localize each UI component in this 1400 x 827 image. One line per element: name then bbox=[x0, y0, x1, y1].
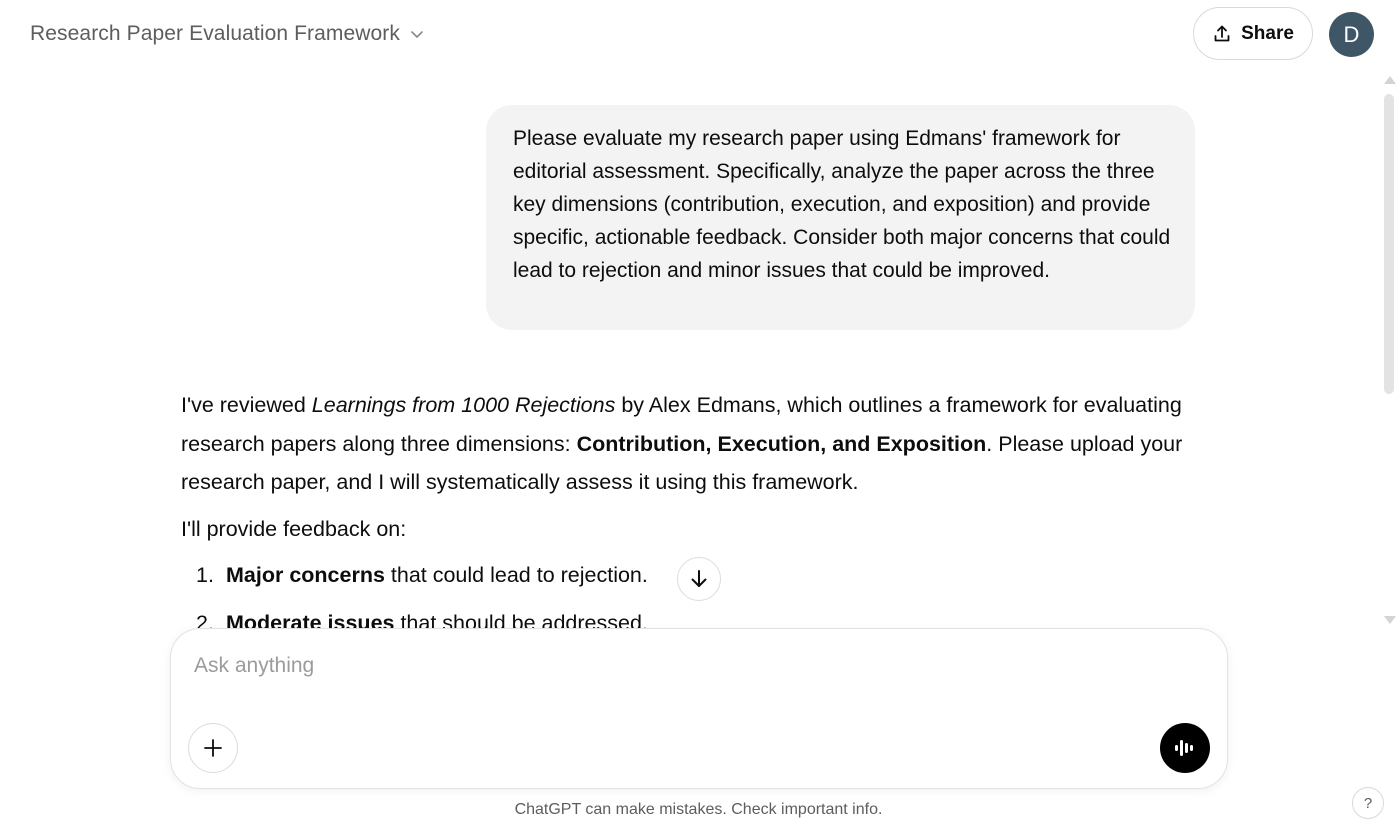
scroll-up-arrow-icon[interactable] bbox=[1384, 76, 1396, 84]
dimensions-emphasis: Contribution, Execution, and Exposition bbox=[576, 431, 987, 456]
scrollbar[interactable] bbox=[1380, 74, 1398, 626]
scrollbar-thumb[interactable] bbox=[1384, 94, 1394, 394]
text-segment: that should be addressed. bbox=[394, 610, 648, 629]
share-label: Share bbox=[1241, 22, 1294, 44]
voice-waveform-icon bbox=[1172, 735, 1198, 761]
share-button[interactable]: Share bbox=[1193, 7, 1313, 60]
scroll-to-bottom-button[interactable] bbox=[677, 557, 721, 601]
scroll-down-arrow-icon[interactable] bbox=[1384, 616, 1396, 624]
conversation-thread: Please evaluate my research paper using … bbox=[0, 68, 1380, 628]
list-text: Moderate issues that should be addressed… bbox=[226, 606, 648, 629]
chevron-down-icon bbox=[408, 25, 426, 43]
assistant-paragraph-2: I'll provide feedback on: bbox=[181, 516, 407, 541]
message-composer bbox=[170, 628, 1228, 789]
share-icon bbox=[1212, 24, 1232, 44]
user-message-bubble: Please evaluate my research paper using … bbox=[486, 105, 1195, 330]
text-segment: that could lead to rejection. bbox=[384, 562, 648, 587]
disclaimer-text: ChatGPT can make mistakes. Check importa… bbox=[514, 801, 883, 818]
conversation-title-dropdown[interactable]: Research Paper Evaluation Framework bbox=[18, 16, 438, 52]
list-number: 2. bbox=[196, 610, 214, 629]
user-avatar[interactable]: D bbox=[1329, 12, 1374, 57]
text-segment: I've reviewed bbox=[181, 393, 312, 417]
list-emphasis: Major concerns bbox=[226, 562, 385, 587]
top-header: Research Paper Evaluation Framework Shar… bbox=[0, 0, 1400, 68]
prompt-input[interactable] bbox=[194, 649, 1154, 683]
user-message-text: Please evaluate my research paper using … bbox=[513, 127, 1171, 282]
list-text: Major concerns that could lead to reject… bbox=[226, 558, 648, 592]
list-item: 2. Moderate issues that should be addres… bbox=[181, 606, 1201, 629]
assistant-paragraph-1: I've reviewed Learnings from 1000 Reject… bbox=[181, 386, 1201, 502]
attach-button[interactable] bbox=[188, 723, 238, 773]
plus-icon bbox=[202, 737, 224, 759]
book-title: Learnings from 1000 Rejections bbox=[311, 393, 616, 417]
help-button[interactable]: ? bbox=[1352, 787, 1384, 819]
list-emphasis: Moderate issues bbox=[226, 610, 395, 629]
voice-mode-button[interactable] bbox=[1160, 723, 1210, 773]
arrow-down-icon bbox=[688, 568, 710, 590]
list-number: 1. bbox=[196, 562, 214, 587]
conversation-title: Research Paper Evaluation Framework bbox=[30, 22, 400, 45]
